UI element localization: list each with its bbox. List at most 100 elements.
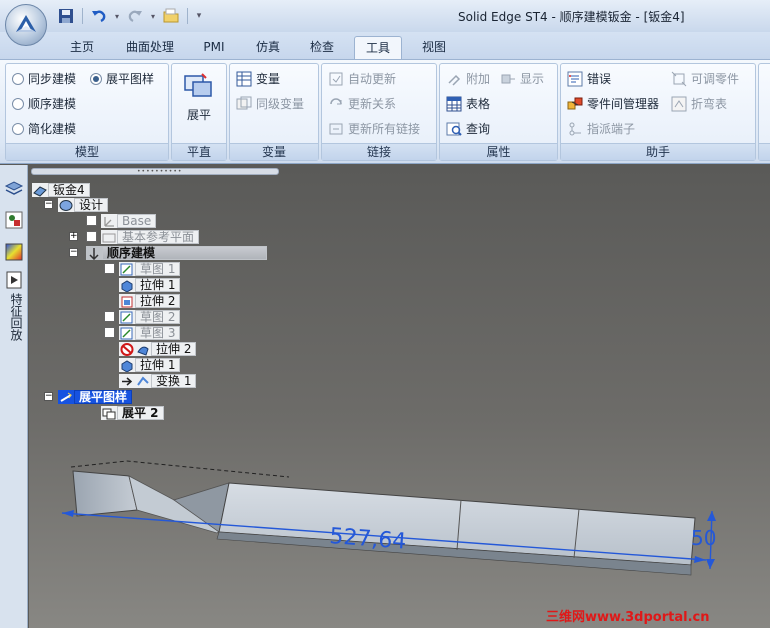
- attach-button[interactable]: 附加: [446, 70, 490, 87]
- redo-dropdown-button[interactable]: ▾: [149, 6, 157, 26]
- tab-simulation[interactable]: 仿真: [248, 36, 288, 60]
- variables-label: 变量: [256, 72, 281, 86]
- tab-home[interactable]: 主页: [62, 36, 102, 60]
- tree-flat-pattern[interactable]: 展平图样: [58, 390, 133, 404]
- playback-icon: [6, 271, 22, 289]
- ordered-modeling-option[interactable]: 顺序建模: [12, 95, 76, 112]
- feature-playback-label[interactable]: 特征回放: [5, 293, 23, 341]
- tree-ordered[interactable]: 顺序建模: [86, 246, 267, 260]
- application-button[interactable]: [5, 4, 47, 46]
- title-bar: ▾ ▾ ▾ Solid Edge ST4 - 顺序建模钣金 - [钣金4]: [0, 0, 770, 32]
- bend-table-button[interactable]: 折弯表: [671, 95, 727, 112]
- quick-access-toolbar: ▾ ▾ ▾: [56, 6, 204, 26]
- redo-icon: [128, 10, 142, 22]
- ordered-label: 顺序建模: [28, 97, 77, 111]
- extrude-cut-icon: [119, 294, 135, 308]
- save-button[interactable]: [56, 6, 76, 26]
- flatten-group: 展平 平直: [171, 63, 227, 161]
- collapse-toggle[interactable]: −: [44, 200, 53, 209]
- tree-extrude-1b-label: 拉伸 1: [135, 358, 181, 372]
- width-dimension-text[interactable]: 50: [691, 526, 716, 550]
- table-button[interactable]: 表格: [446, 95, 490, 112]
- solid-edge-logo-icon: [16, 15, 36, 32]
- error-list-icon: [567, 71, 583, 86]
- sync-radio[interactable]: [12, 72, 24, 85]
- color-manager-tab[interactable]: [3, 241, 25, 263]
- layers-icon: [4, 181, 24, 195]
- flatten-button[interactable]: 展平: [178, 70, 220, 123]
- overflow-group-label: [759, 143, 770, 160]
- tree-sketch-2-label: 草图 2: [135, 310, 181, 324]
- show-button[interactable]: 显示: [500, 70, 544, 87]
- tree-reference-planes[interactable]: 基本参考平面: [101, 230, 200, 244]
- undo-button[interactable]: [89, 6, 109, 26]
- ordered-radio[interactable]: [12, 97, 24, 110]
- tab-surfacing[interactable]: 曲面处理: [118, 36, 182, 60]
- tree-transform-1[interactable]: 变换 1: [119, 374, 197, 388]
- query-icon: [446, 122, 462, 136]
- update-all-links-button[interactable]: 更新所有链接: [328, 120, 420, 137]
- update-relations-button[interactable]: 更新关系: [328, 95, 396, 112]
- tab-view[interactable]: 视图: [414, 36, 454, 60]
- tree-root[interactable]: 钣金4: [32, 183, 90, 197]
- tab-tools[interactable]: 工具: [354, 36, 402, 60]
- folder-icon: [163, 8, 179, 23]
- query-button[interactable]: 查询: [446, 120, 490, 137]
- attach-label: 附加: [466, 72, 491, 86]
- reference-plane-icon: [101, 230, 117, 244]
- adjustable-part-button[interactable]: 可调零件: [671, 70, 739, 87]
- tree-sketch-1[interactable]: 草图 1: [119, 262, 181, 276]
- assign-terminal-button[interactable]: 指派端子: [567, 120, 635, 137]
- flat-pattern-option[interactable]: 展平图样: [90, 70, 154, 87]
- peer-variables-button[interactable]: 同级变量: [236, 95, 304, 112]
- width-dimension-arrow: [707, 511, 716, 521]
- simplify-modeling-option[interactable]: 简化建模: [12, 120, 76, 137]
- update-all-links-label: 更新所有链接: [348, 122, 421, 136]
- undo-dropdown-button[interactable]: ▾: [113, 6, 121, 26]
- sync-modeling-option[interactable]: 同步建模: [12, 70, 76, 87]
- layers-tab[interactable]: [3, 177, 25, 199]
- tree-extrude-2[interactable]: 拉伸 2: [119, 294, 181, 308]
- flat-pattern-icon: [58, 390, 74, 404]
- pathfinder-splitter[interactable]: ••••••••••: [31, 168, 279, 175]
- auto-update-label: 自动更新: [348, 72, 397, 86]
- tab-pmi[interactable]: PMI: [196, 36, 232, 60]
- tree-extrude-1b[interactable]: 拉伸 1: [119, 358, 181, 372]
- simplify-radio[interactable]: [12, 122, 24, 135]
- feature-library-tab[interactable]: [3, 209, 25, 231]
- visibility-checkbox[interactable]: [86, 231, 97, 242]
- table-icon: [446, 96, 462, 111]
- design-body-icon: [58, 198, 74, 212]
- tree-transform-1-label: 变换 1: [151, 374, 197, 388]
- tree-flatten-2[interactable]: 展平 2: [101, 406, 164, 420]
- redo-button[interactable]: [125, 6, 145, 26]
- splitter-grip-icon: ••••••••••: [137, 168, 183, 175]
- errors-button[interactable]: 错误: [567, 70, 611, 87]
- open-folder-button[interactable]: [161, 6, 181, 26]
- tree-sketch-3[interactable]: 草图 3: [119, 326, 181, 340]
- tab-inspect[interactable]: 检查: [302, 36, 342, 60]
- undo-icon: [92, 10, 106, 23]
- auto-update-button[interactable]: 自动更新: [328, 70, 396, 87]
- tree-extrude-2-failed[interactable]: 拉伸 2: [119, 342, 197, 356]
- inter-part-manager-button[interactable]: 零件间管理器: [567, 95, 659, 112]
- tree-sketch-2[interactable]: 草图 2: [119, 310, 181, 324]
- variables-button[interactable]: 变量: [236, 70, 280, 87]
- collapse-toggle[interactable]: −: [44, 392, 53, 401]
- visibility-checkbox[interactable]: [104, 311, 115, 322]
- tree-design[interactable]: 设计: [58, 198, 109, 212]
- flat-radio[interactable]: [90, 72, 102, 85]
- tree-design-label: 设计: [74, 198, 109, 212]
- visibility-checkbox[interactable]: [104, 327, 115, 338]
- sync-label: 同步建模: [28, 72, 77, 86]
- visibility-checkbox[interactable]: [86, 215, 97, 226]
- customize-toolbar-button[interactable]: ▾: [194, 6, 204, 26]
- tree-base[interactable]: Base: [101, 214, 157, 228]
- tree-extrude-1[interactable]: 拉伸 1: [119, 278, 181, 292]
- visibility-checkbox[interactable]: [104, 263, 115, 274]
- feature-playback-tab[interactable]: [3, 269, 25, 291]
- tree-ordered-label: 顺序建模: [102, 246, 267, 260]
- length-dimension-text[interactable]: 527,64: [329, 524, 408, 555]
- expand-toggle[interactable]: +: [69, 232, 78, 241]
- collapse-toggle[interactable]: −: [69, 248, 78, 257]
